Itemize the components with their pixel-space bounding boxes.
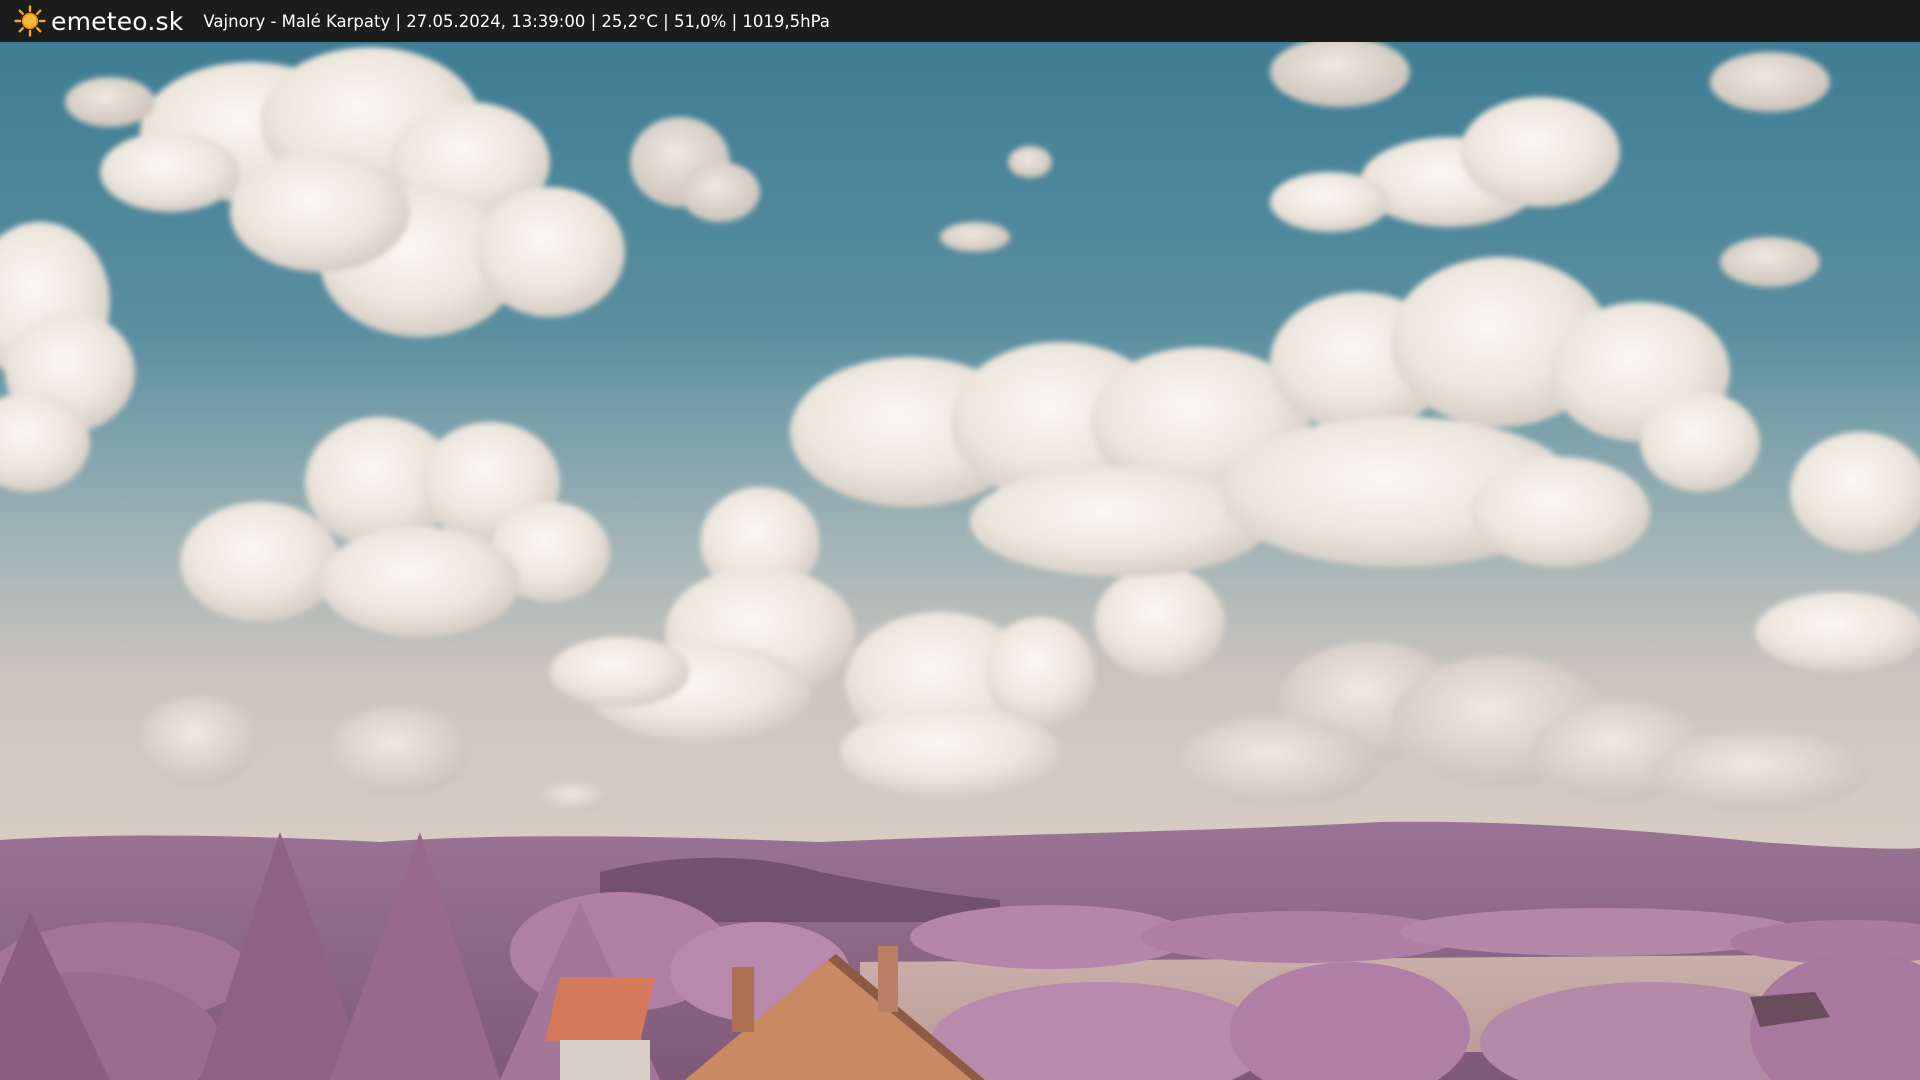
top-bar: emeteo.sk Vajnory - Malé Karpaty | 27.05… bbox=[0, 0, 1920, 42]
logo-text: emeteo.sk bbox=[51, 6, 184, 36]
weather-caption: Vajnory - Malé Karpaty | 27.05.2024, 13:… bbox=[203, 11, 830, 31]
webcam-image bbox=[0, 42, 1920, 1080]
site-logo[interactable]: emeteo.sk bbox=[14, 0, 183, 42]
sun-icon bbox=[14, 5, 46, 37]
webcam-frame: emeteo.sk Vajnory - Malé Karpaty | 27.05… bbox=[0, 0, 1920, 1080]
